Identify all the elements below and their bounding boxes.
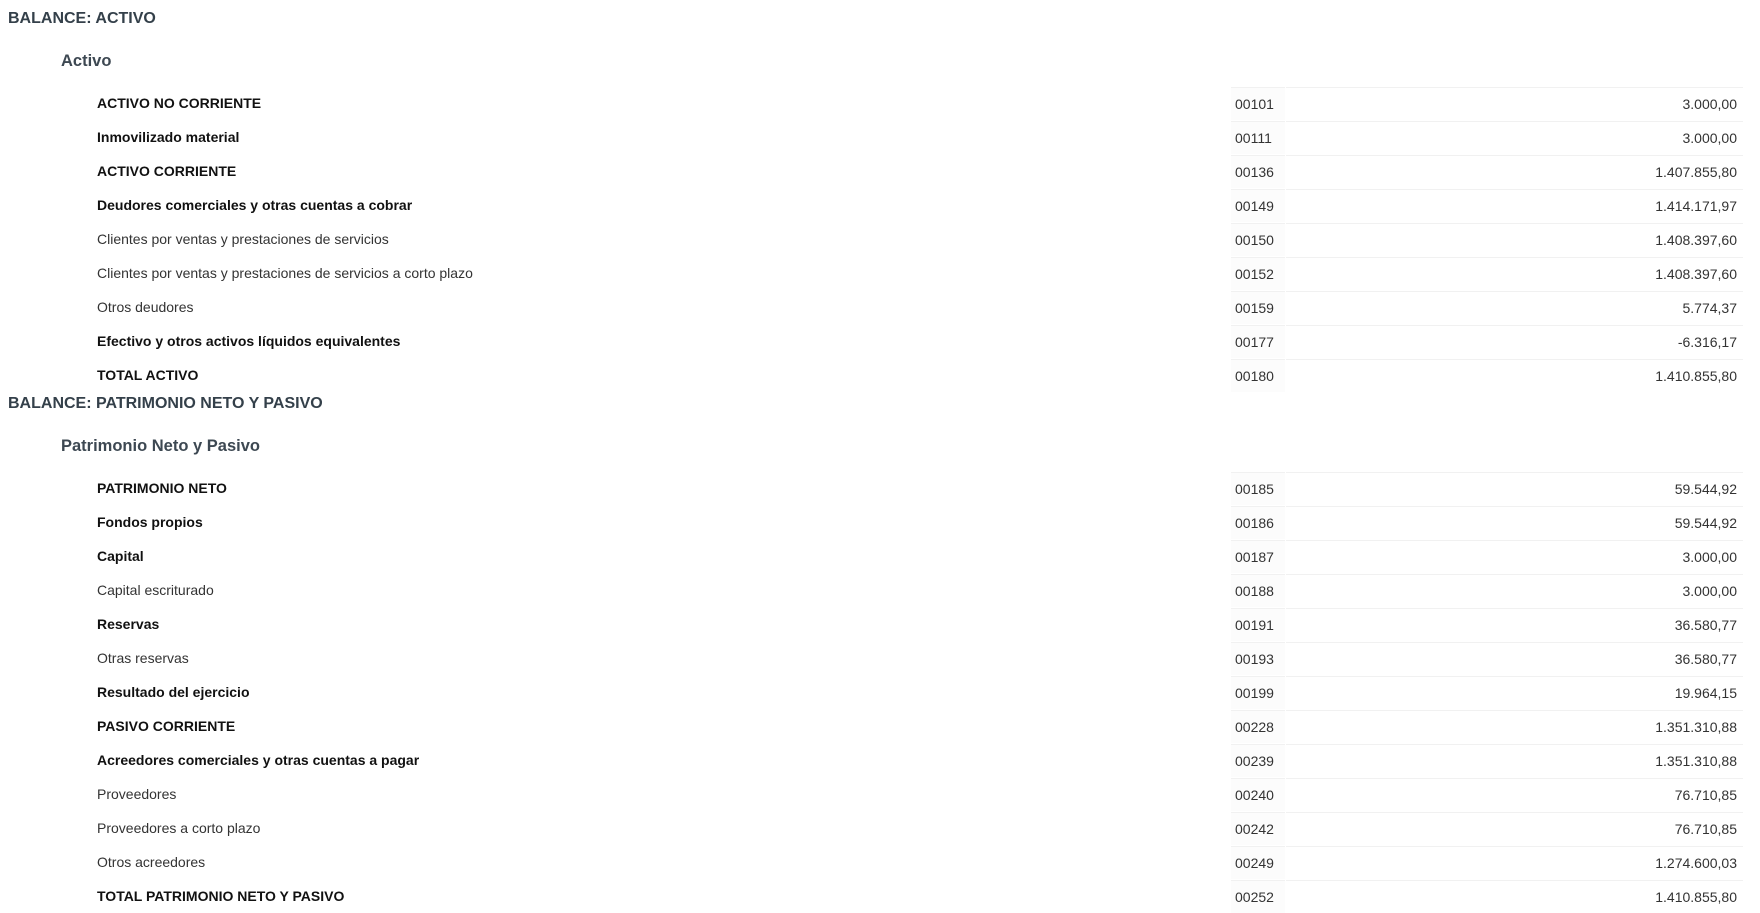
row-label: Fondos propios [97,514,203,530]
row-amount: 59.544,92 [1286,472,1743,505]
row-amount: 76.710,85 [1286,812,1743,845]
row-code: 00111 [1231,121,1285,154]
row-code: 00249 [1231,846,1285,879]
row-amount: 3.000,00 [1286,87,1743,120]
table-row: Otras reservas 00193 36.580,77 [0,641,1760,675]
row-label: Efectivo y otros activos líquidos equiva… [97,333,401,349]
row-amount: 1.410.855,80 [1286,880,1743,913]
row-label: Otros deudores [97,299,194,315]
row-amount: 1.351.310,88 [1286,744,1743,777]
table-row: Otros deudores 00159 5.774,37 [0,290,1760,324]
row-amount: 76.710,85 [1286,778,1743,811]
row-label: PASIVO CORRIENTE [97,718,236,734]
subsection-title-patrimonio: Patrimonio Neto y Pasivo [61,437,260,455]
table-row: Capital 00187 3.000,00 [0,539,1760,573]
row-label: Resultado del ejercicio [97,684,250,700]
table-row: TOTAL ACTIVO 00180 1.410.855,80 [0,358,1760,392]
row-amount: 3.000,00 [1286,540,1743,573]
table-row: PASIVO CORRIENTE 00228 1.351.310,88 [0,709,1760,743]
row-code: 00240 [1231,778,1285,811]
row-amount: 59.544,92 [1286,506,1743,539]
row-amount: 1.407.855,80 [1286,155,1743,188]
row-label: Inmovilizado material [97,129,240,145]
row-amount: 5.774,37 [1286,291,1743,324]
row-label: Acreedores comerciales y otras cuentas a… [97,752,420,768]
row-label: ACTIVO NO CORRIENTE [97,95,262,111]
row-amount: 36.580,77 [1286,642,1743,675]
row-code: 00239 [1231,744,1285,777]
row-label: Otras reservas [97,650,189,666]
row-code: 00242 [1231,812,1285,845]
section-title-patrimonio: BALANCE: PATRIMONIO NETO Y PASIVO [8,395,323,412]
row-code: 00188 [1231,574,1285,607]
table-row: Acreedores comerciales y otras cuentas a… [0,743,1760,777]
patrimonio-rows: PATRIMONIO NETO 00185 59.544,92 Fondos p… [0,471,1760,913]
table-row: ACTIVO CORRIENTE 00136 1.407.855,80 [0,154,1760,188]
row-label: Proveedores a corto plazo [97,820,261,836]
row-label: Capital [97,548,144,564]
table-row: Proveedores 00240 76.710,85 [0,777,1760,811]
row-code: 00186 [1231,506,1285,539]
row-code: 00199 [1231,676,1285,709]
table-row: PATRIMONIO NETO 00185 59.544,92 [0,471,1760,505]
row-amount: 1.408.397,60 [1286,223,1743,256]
table-row: Reservas 00191 36.580,77 [0,607,1760,641]
row-amount: 1.410.855,80 [1286,359,1743,392]
table-row: Clientes por ventas y prestaciones de se… [0,256,1760,290]
activo-rows: ACTIVO NO CORRIENTE 00101 3.000,00 Inmov… [0,86,1760,392]
row-label: ACTIVO CORRIENTE [97,163,237,179]
row-label: Proveedores [97,786,177,802]
row-amount: 1.414.171,97 [1286,189,1743,222]
table-row: TOTAL PATRIMONIO NETO Y PASIVO 00252 1.4… [0,879,1760,913]
row-amount: -6.316,17 [1286,325,1743,358]
row-code: 00177 [1231,325,1285,358]
row-code: 00193 [1231,642,1285,675]
row-code: 00252 [1231,880,1285,913]
table-row: Clientes por ventas y prestaciones de se… [0,222,1760,256]
row-code: 00150 [1231,223,1285,256]
row-code: 00136 [1231,155,1285,188]
row-label: Clientes por ventas y prestaciones de se… [97,231,389,247]
row-code: 00191 [1231,608,1285,641]
row-code: 00185 [1231,472,1285,505]
row-code: 00180 [1231,359,1285,392]
row-amount: 19.964,15 [1286,676,1743,709]
row-amount: 36.580,77 [1286,608,1743,641]
subsection-title-activo: Activo [61,52,112,70]
row-amount: 1.274.600,03 [1286,846,1743,879]
row-code: 00152 [1231,257,1285,290]
row-label: TOTAL PATRIMONIO NETO Y PASIVO [97,888,345,904]
table-row: Inmovilizado material 00111 3.000,00 [0,120,1760,154]
row-label: Otros acreedores [97,854,206,870]
row-label: Capital escriturado [97,582,214,598]
section-title-activo: BALANCE: ACTIVO [8,10,156,27]
row-code: 00149 [1231,189,1285,222]
row-label: PATRIMONIO NETO [97,480,227,496]
table-row: Deudores comerciales y otras cuentas a c… [0,188,1760,222]
table-row: ACTIVO NO CORRIENTE 00101 3.000,00 [0,86,1760,120]
table-row: Fondos propios 00186 59.544,92 [0,505,1760,539]
row-code: 00228 [1231,710,1285,743]
row-amount: 1.351.310,88 [1286,710,1743,743]
row-label: TOTAL ACTIVO [97,367,199,383]
table-row: Resultado del ejercicio 00199 19.964,15 [0,675,1760,709]
row-code: 00159 [1231,291,1285,324]
table-row: Proveedores a corto plazo 00242 76.710,8… [0,811,1760,845]
table-row: Otros acreedores 00249 1.274.600,03 [0,845,1760,879]
row-amount: 3.000,00 [1286,121,1743,154]
row-label: Clientes por ventas y prestaciones de se… [97,265,473,281]
row-label: Reservas [97,616,160,632]
row-amount: 1.408.397,60 [1286,257,1743,290]
row-code: 00187 [1231,540,1285,573]
table-row: Efectivo y otros activos líquidos equiva… [0,324,1760,358]
table-row: Capital escriturado 00188 3.000,00 [0,573,1760,607]
row-code: 00101 [1231,87,1285,120]
row-label: Deudores comerciales y otras cuentas a c… [97,197,413,213]
row-amount: 3.000,00 [1286,574,1743,607]
